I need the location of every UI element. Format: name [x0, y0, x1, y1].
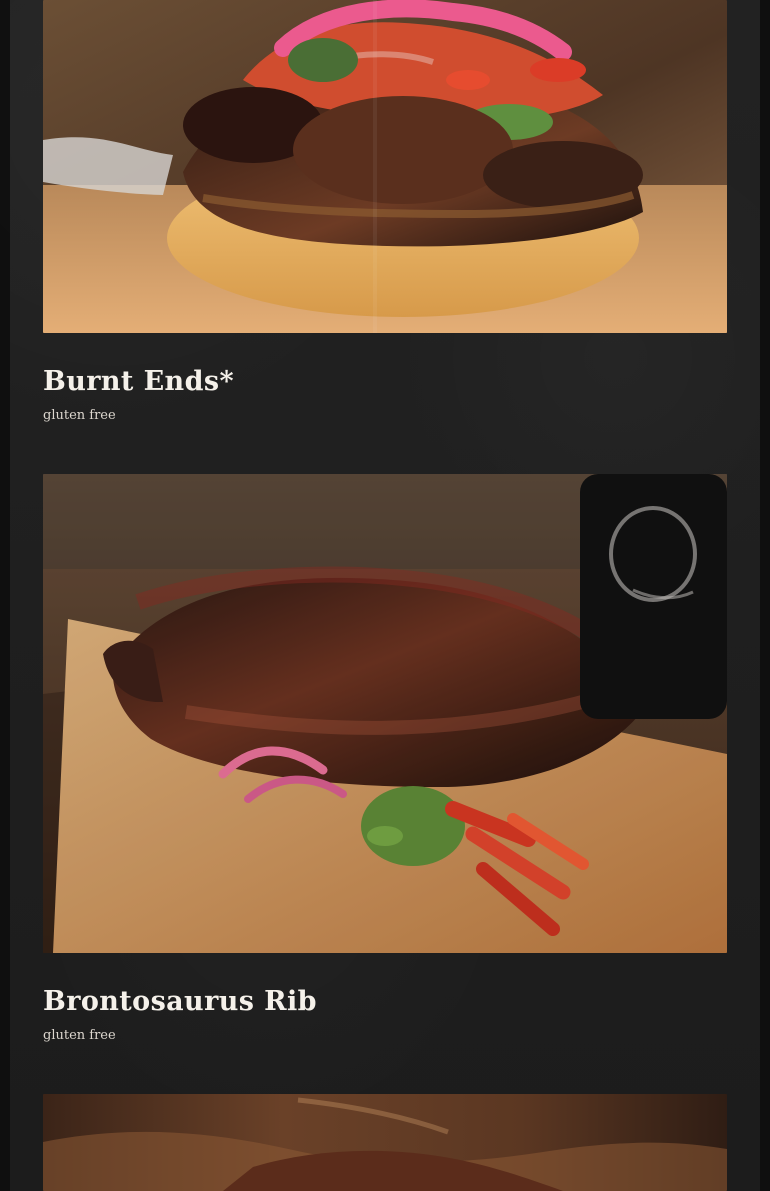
menu-item-card-burnt-ends[interactable]: Burnt Ends* gluten free — [43, 0, 727, 425]
menu-item-title[interactable]: Brontosaurus Rib — [43, 986, 727, 1018]
menu-item-dietary-note: gluten free — [43, 1028, 116, 1043]
menu-item-title[interactable]: Burnt Ends* — [43, 366, 727, 398]
menu-page: Burnt Ends* gluten free Brontosaurus Rib… — [0, 0, 770, 1191]
right-page-edge — [760, 0, 770, 1191]
cropped-food-photo[interactable] — [43, 1094, 727, 1191]
menu-item-card-next[interactable] — [43, 1094, 727, 1191]
left-page-edge — [0, 0, 10, 1191]
menu-item-card-brontosaurus-rib[interactable]: Brontosaurus Rib gluten free — [43, 474, 727, 1045]
brontosaurus-rib-photo[interactable] — [43, 474, 727, 953]
menu-item-dietary-note: gluten free — [43, 408, 116, 423]
burnt-ends-sandwich-photo[interactable] — [43, 0, 727, 333]
